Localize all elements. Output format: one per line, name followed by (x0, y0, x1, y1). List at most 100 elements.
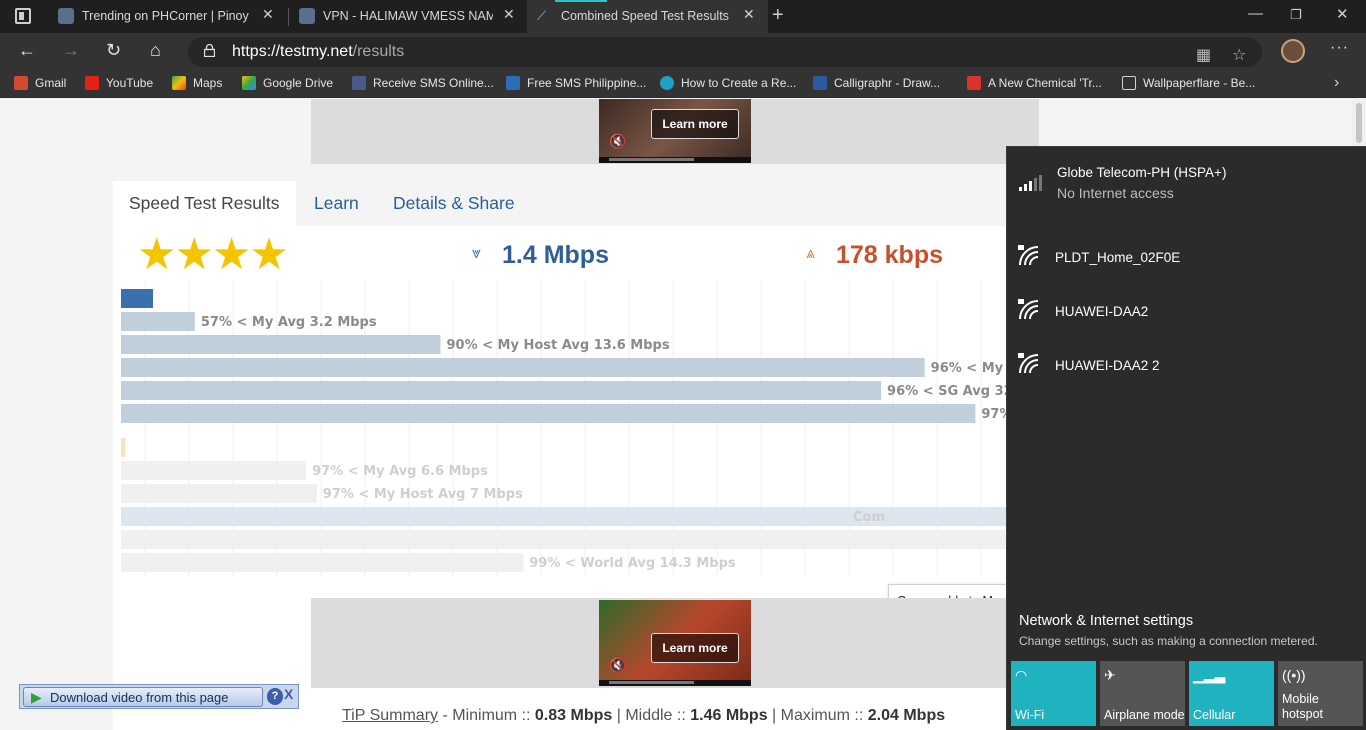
maps-icon (172, 76, 186, 90)
upload-arrow-icon: ⩓ (806, 245, 816, 262)
comparison-bar[interactable] (121, 312, 195, 331)
ad-video-thumb[interactable]: Learn more 🔇 (599, 600, 751, 686)
learn-more-button[interactable]: Learn more (651, 109, 739, 139)
phcorner-favicon-icon (58, 8, 74, 24)
cellular-name: Globe Telecom-PH (HSPA+) (1057, 165, 1227, 180)
url-text[interactable]: https://testmy.net/results (232, 43, 404, 61)
drive-icon (242, 76, 256, 90)
wifi-name: HUAWEI-DAA2 (1055, 304, 1149, 319)
window-close-icon[interactable]: ✕ (1336, 5, 1349, 23)
url-bar[interactable]: https://testmy.net/results ▦ ☆ (188, 37, 1262, 67)
bookmark-google-drive[interactable]: Google Drive (242, 76, 333, 90)
wifi-item-pldt[interactable]: PLDT_Home_02F0E (1007, 241, 1366, 277)
wifi-icon: ◠ (1015, 667, 1028, 683)
close-icon[interactable]: ✕ (743, 6, 755, 23)
favorites-star-icon[interactable]: ☆ (1232, 45, 1246, 65)
wifi-name: PLDT_Home_02F0E (1055, 250, 1181, 265)
comparison-chart: 57% < My Avg 3.2 Mbps 90% < My Host Avg 1… (121, 281, 1013, 576)
wifi-item-huawei-2[interactable]: HUAWEI-DAA2 2 (1007, 349, 1366, 385)
refresh-icon[interactable]: ↻ (106, 40, 121, 61)
phcorner-favicon-icon (299, 8, 315, 24)
download-speed: 1.4 Mbps (502, 241, 609, 269)
ad-banner-top[interactable]: Learn more 🔇 (311, 99, 1039, 164)
mute-icon[interactable]: 🔇 (609, 657, 626, 674)
profile-avatar[interactable] (1281, 39, 1305, 63)
cellular-toggle-tile[interactable]: ▁▂▃ Cellular (1189, 661, 1274, 726)
wifi-toggle-tile[interactable]: ◠ Wi-Fi (1011, 661, 1096, 726)
comparison-bar[interactable] (121, 404, 976, 423)
immersive-reader-icon[interactable]: ▦ (1196, 45, 1211, 65)
download-video-button[interactable]: ▶ Download video from this page (23, 687, 263, 707)
cellular-status: No Internet access (1057, 185, 1174, 201)
comparison-bar[interactable] (121, 553, 524, 572)
help-icon[interactable]: ? (267, 688, 283, 705)
comparison-bar[interactable] (121, 358, 925, 377)
more-menu-icon[interactable]: ··· (1330, 39, 1349, 57)
ad-banner-bottom[interactable]: Learn more 🔇 (311, 598, 1039, 688)
youtube-icon (85, 76, 99, 90)
network-flyout: Globe Telecom-PH (HSPA+) No Internet acc… (1006, 146, 1366, 730)
restore-icon[interactable]: ❐ (1290, 7, 1302, 23)
comparison-bar[interactable] (121, 530, 1011, 549)
close-icon[interactable]: ✕ (262, 6, 274, 23)
back-icon[interactable]: ← (18, 40, 36, 61)
bar-label: 97% < My Host Avg 7 Mbps (323, 487, 523, 502)
airplane-icon: ✈ (1104, 667, 1116, 683)
comparison-bar[interactable] (121, 289, 154, 308)
download-comparison-bars: 57% < My Avg 3.2 Mbps 90% < My Host Avg 1… (121, 289, 1013, 423)
comparison-bar[interactable] (121, 484, 317, 503)
tip-summary-link[interactable]: TiP Summary (342, 707, 438, 724)
mobile-hotspot-tile[interactable]: ((•)) Mobile hotspot (1278, 661, 1363, 726)
close-icon[interactable]: ✕ (503, 6, 515, 23)
tab-phcorner[interactable]: Trending on PHCorner | Pinoy Int ✕ (48, 0, 288, 33)
tab-actions-icon[interactable] (15, 8, 31, 24)
cellular-icon: ▁▂▃ (1193, 667, 1226, 683)
comparison-bar[interactable] (121, 335, 441, 354)
bookmark-gmail[interactable]: Gmail (14, 76, 66, 90)
comparison-bar[interactable] (121, 381, 882, 400)
cellular-signal-icon (1019, 175, 1042, 191)
lock-icon[interactable] (204, 44, 215, 57)
bar-label: 96% < My Cit (931, 361, 1013, 376)
home-icon[interactable]: ⌂ (150, 40, 161, 61)
airplane-mode-tile[interactable]: ✈ Airplane mode (1100, 661, 1185, 726)
new-tab-icon[interactable]: + (772, 4, 784, 27)
download-arrow-icon: ⩔ (472, 245, 482, 262)
forward-icon[interactable]: → (62, 40, 80, 61)
wifi-item-huawei[interactable]: HUAWEI-DAA2 (1007, 295, 1366, 331)
bar-label: 99% < World Avg 14.3 Mbps (529, 556, 736, 571)
page-icon (1122, 76, 1136, 90)
comparison-bar[interactable] (121, 461, 307, 480)
network-settings-description: Change settings, such as making a connec… (1019, 634, 1318, 648)
tip-summary: TiP Summary - Minimum :: 0.83 Mbps | Mid… (342, 707, 946, 724)
bar-label: 97% < My Avg 6.6 Mbps (312, 464, 488, 479)
bookmark-how-to-create[interactable]: How to Create a Re... (660, 76, 796, 90)
bookmark-receive-sms[interactable]: Receive SMS Online... (352, 76, 494, 90)
cellular-network-item[interactable]: Globe Telecom-PH (HSPA+) No Internet acc… (1007, 161, 1366, 211)
minimize-icon[interactable]: — (1248, 5, 1263, 22)
tab-speed-results[interactable]: ⟋ Combined Speed Test Results ✕ (527, 0, 768, 33)
bookmark-maps[interactable]: Maps (172, 76, 222, 90)
ad-video-thumb[interactable]: Learn more 🔇 (599, 99, 751, 163)
site-c-icon (660, 76, 674, 90)
comparison-bar[interactable] (121, 438, 126, 457)
network-settings-link[interactable]: Network & Internet settings (1019, 613, 1193, 629)
wifi-secured-icon (1018, 245, 1039, 266)
tab-speed-test-results[interactable]: Speed Test Results (129, 193, 279, 214)
tab-title: VPN - HALIMAW VMESS NAMAN (323, 9, 493, 23)
bookmark-calligraphr[interactable]: Calligraphr - Draw... (813, 76, 940, 90)
tab-vpn[interactable]: VPN - HALIMAW VMESS NAMAN ✕ (289, 0, 527, 33)
tab-details-share[interactable]: Details & Share (393, 193, 515, 214)
title-bar: Trending on PHCorner | Pinoy Int ✕ VPN -… (0, 0, 1366, 33)
close-icon[interactable]: X (284, 686, 293, 702)
mute-icon[interactable]: 🔇 (609, 133, 626, 150)
learn-more-button[interactable]: Learn more (651, 633, 739, 663)
bookmark-new-chemical[interactable]: A New Chemical 'Tr... (967, 76, 1102, 90)
bookmark-free-sms[interactable]: Free SMS Philippine... (506, 76, 646, 90)
wifi-secured-icon (1018, 299, 1039, 320)
tab-learn[interactable]: Learn (314, 193, 359, 214)
gmail-icon (14, 76, 28, 90)
bookmark-youtube[interactable]: YouTube (85, 76, 153, 90)
chevron-right-icon[interactable]: › (1334, 74, 1339, 92)
bookmark-wallpaperflare[interactable]: Wallpaperflare - Be... (1122, 76, 1255, 90)
